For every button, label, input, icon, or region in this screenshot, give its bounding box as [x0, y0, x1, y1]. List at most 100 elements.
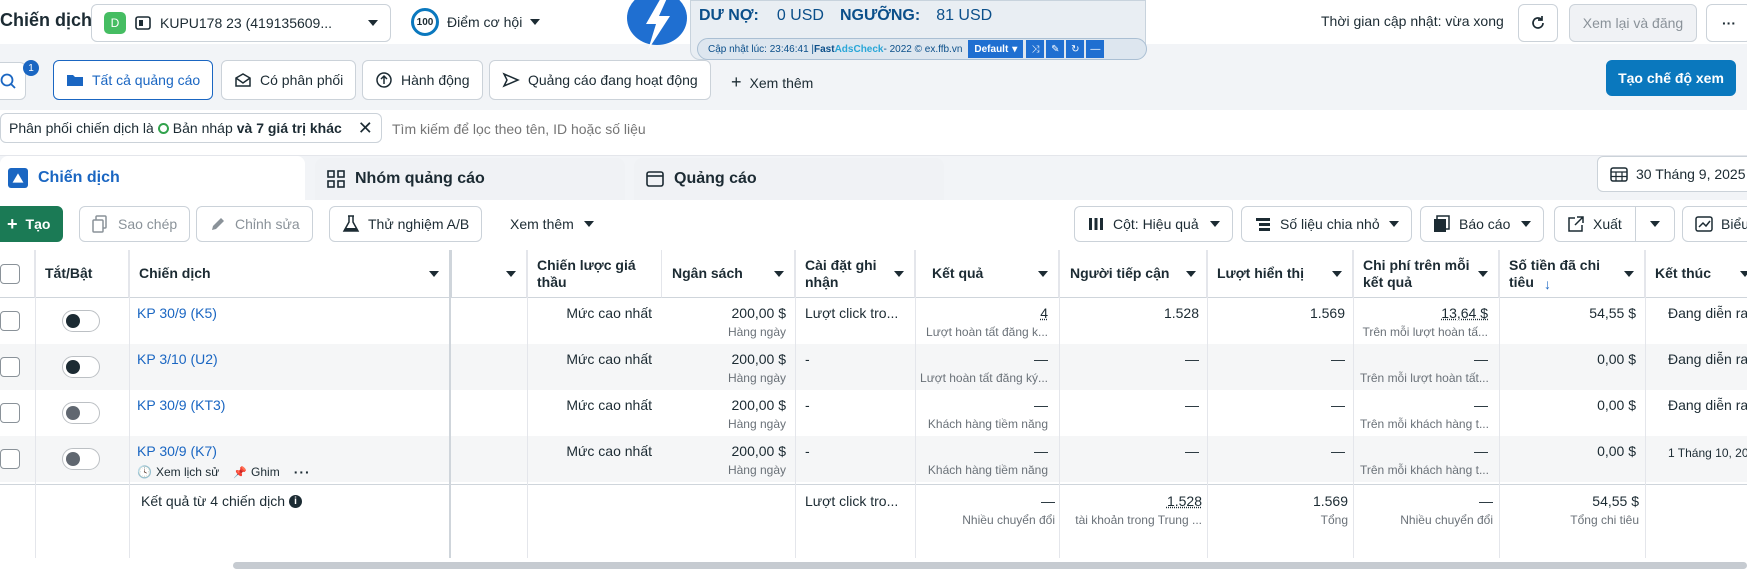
budget-period: Hàng ngày — [672, 417, 786, 431]
header-budget[interactable]: Ngân sách — [662, 250, 795, 298]
end-date: Đang diễn ra — [1668, 351, 1747, 367]
campaign-toggle[interactable] — [62, 310, 100, 332]
row-checkbox[interactable] — [0, 449, 20, 469]
results: — — [925, 397, 1048, 413]
attribution-setting: - — [805, 443, 909, 459]
table-row[interactable]: KP 30/9 (K7) Mức cao nhất 200,00 $ Hàng ngà… — [0, 436, 1747, 482]
opportunity-score-button[interactable]: 100 Điểm cơ hội — [411, 8, 540, 36]
horizontal-scrollbar-thumb[interactable] — [233, 562, 1747, 569]
send-icon — [502, 71, 520, 89]
tab-ads-label: Quảng cáo — [674, 170, 757, 188]
opportunity-score-ring: 100 — [411, 8, 439, 36]
tab-ads[interactable]: Quảng cáo — [634, 158, 944, 200]
export-icon — [1567, 215, 1585, 233]
view-has-delivery-label: Có phân phối — [260, 72, 343, 88]
campaign-name-link[interactable]: KP 30/9 (KT3) — [137, 397, 225, 413]
cost-per-result-type: Trên mỗi khách hàng t... — [1360, 463, 1488, 477]
header-amount-spent[interactable]: Số tiền đã chi tiêu ↓ — [1499, 250, 1645, 298]
scrollbar-track — [0, 558, 1747, 588]
threshold-label: NGƯỠNG: — [840, 7, 920, 25]
campaign-toggle[interactable] — [62, 402, 100, 424]
header-reach[interactable]: Người tiếp cận — [1059, 250, 1207, 298]
plus-icon: + — [7, 214, 18, 235]
reports-button[interactable]: Báo cáo — [1420, 206, 1544, 242]
campaign-name-link[interactable]: KP 30/9 (K5) — [137, 305, 217, 321]
date-range-label: 30 Tháng 9, 2025 — [1636, 166, 1746, 182]
header-hidden-column[interactable] — [450, 250, 527, 298]
copy-icon — [92, 215, 110, 233]
close-icon[interactable]: ✕ — [358, 118, 373, 139]
see-more-views-button[interactable]: + Xem thêm — [731, 72, 813, 93]
header-impressions[interactable]: Lượt hiển thị — [1207, 250, 1353, 298]
export-options-button[interactable] — [1635, 206, 1675, 242]
campaign-toggle[interactable] — [62, 448, 100, 470]
ab-test-label: Thử nghiệm A/B — [368, 216, 469, 232]
view-active-ads-button[interactable]: Quảng cáo đang hoạt động — [489, 60, 711, 100]
tab-adsets[interactable]: Nhóm quảng cáo — [315, 158, 625, 200]
sort-caret-icon — [774, 271, 784, 277]
edit-button[interactable]: Chỉnh sửa — [196, 206, 313, 242]
chevron-down-icon — [368, 20, 378, 26]
campaign-name-link[interactable]: KP 3/10 (U2) — [137, 351, 218, 367]
select-all-checkbox[interactable] — [0, 264, 20, 284]
view-all-ads-button[interactable]: Tất cả quảng cáo — [53, 60, 213, 100]
view-has-delivery-button[interactable]: Có phân phối — [221, 60, 356, 100]
more-icon[interactable]: ··· — [294, 464, 311, 480]
breakdown-button[interactable]: Số liệu chia nhỏ — [1241, 206, 1412, 242]
columns-button[interactable]: Cột: Hiệu quả — [1074, 206, 1233, 242]
header-campaign-label: Chiến dịch — [139, 265, 211, 282]
amount-spent: 0,00 $ — [1509, 351, 1636, 367]
pin-link[interactable]: 📌 Ghim — [233, 465, 279, 479]
toolbar-see-more-label: Xem thêm — [510, 216, 574, 232]
update-time: Thời gian cập nhật: vừa xong — [1321, 13, 1504, 29]
header-bid-strategy[interactable]: Chiến lược giá thầu — [527, 250, 662, 298]
bid-strategy: Mức cao nhất — [537, 305, 652, 321]
summary-label-cell: Kết quả từ 4 chiến dịch i — [141, 493, 302, 509]
sort-caret-icon — [1038, 271, 1048, 277]
charts-button[interactable]: Biểu — [1682, 206, 1747, 242]
edit-label: Chỉnh sửa — [235, 216, 300, 232]
view-actions-button[interactable]: Hành động — [362, 60, 483, 100]
chevron-down-icon — [1389, 221, 1399, 227]
filter-chip[interactable]: Phân phối chiến dịch là Bản nháp và 7 gi… — [0, 113, 382, 143]
campaign-toggle[interactable] — [62, 356, 100, 378]
impressions: — — [1217, 443, 1345, 459]
create-view-button[interactable]: Tạo chế độ xem — [1606, 60, 1736, 96]
more-options-button[interactable]: ··· — [1706, 4, 1747, 42]
header-attribution[interactable]: Cài đặt ghi nhận — [795, 250, 915, 298]
ab-test-button[interactable]: Thử nghiệm A/B — [329, 206, 482, 242]
header-results[interactable]: Kết quả — [915, 250, 1059, 298]
export-button[interactable]: Xuất — [1554, 206, 1636, 242]
row-checkbox[interactable] — [0, 403, 20, 423]
row-checkbox[interactable] — [0, 357, 20, 377]
header-campaign[interactable]: Chiến dịch — [129, 250, 450, 298]
info-icon[interactable]: i — [289, 495, 302, 508]
campaign-name-link[interactable]: KP 30/9 (K7) — [137, 443, 217, 459]
frozen-column-divider — [449, 250, 451, 558]
results-type: Khách hàng tiềm năng — [920, 417, 1048, 431]
summary-cpr: — — [1363, 493, 1493, 509]
create-button[interactable]: + Tạo — [0, 206, 63, 242]
table-row[interactable]: KP 3/10 (U2) Mức cao nhất 200,00 $ Hàng ngà… — [0, 344, 1747, 390]
account-avatar: D — [104, 12, 126, 34]
row-checkbox[interactable] — [0, 311, 20, 331]
toolbar-see-more-button[interactable]: Xem thêm — [510, 216, 594, 232]
reach: — — [1069, 351, 1199, 367]
table-row[interactable]: KP 30/9 (KT3) Mức cao nhất 200,00 $ Hàng ng… — [0, 390, 1747, 436]
duplicate-button[interactable]: Sao chép — [79, 206, 190, 242]
tab-campaigns[interactable]: Chiến dịch — [0, 156, 305, 200]
review-publish-button[interactable]: Xem lại và đăng — [1569, 4, 1697, 42]
header-ends[interactable]: Kết thúc — [1645, 250, 1747, 298]
impressions: — — [1217, 397, 1345, 413]
date-range-picker[interactable]: 30 Tháng 9, 2025 — [1597, 156, 1747, 192]
header-cost-per-result[interactable]: Chi phí trên mỗi kết quả — [1353, 250, 1499, 298]
results-type: Lượt hoàn tất đăng ký... — [920, 371, 1048, 385]
refresh-button[interactable] — [1518, 4, 1558, 42]
view-active-ads-label: Quảng cáo đang hoạt động — [528, 72, 698, 88]
filter-search-input[interactable] — [392, 116, 992, 142]
plus-icon: + — [731, 72, 742, 93]
view-history-link[interactable]: 🕓 Xem lịch sử — [137, 465, 219, 479]
table-row[interactable]: KP 30/9 (K5) Mức cao nhất 200,00 $ Hàng ngà… — [0, 298, 1747, 344]
sort-caret-icon — [1740, 271, 1747, 277]
account-selector[interactable]: D KUPU178 23 (419135609... — [91, 4, 391, 42]
